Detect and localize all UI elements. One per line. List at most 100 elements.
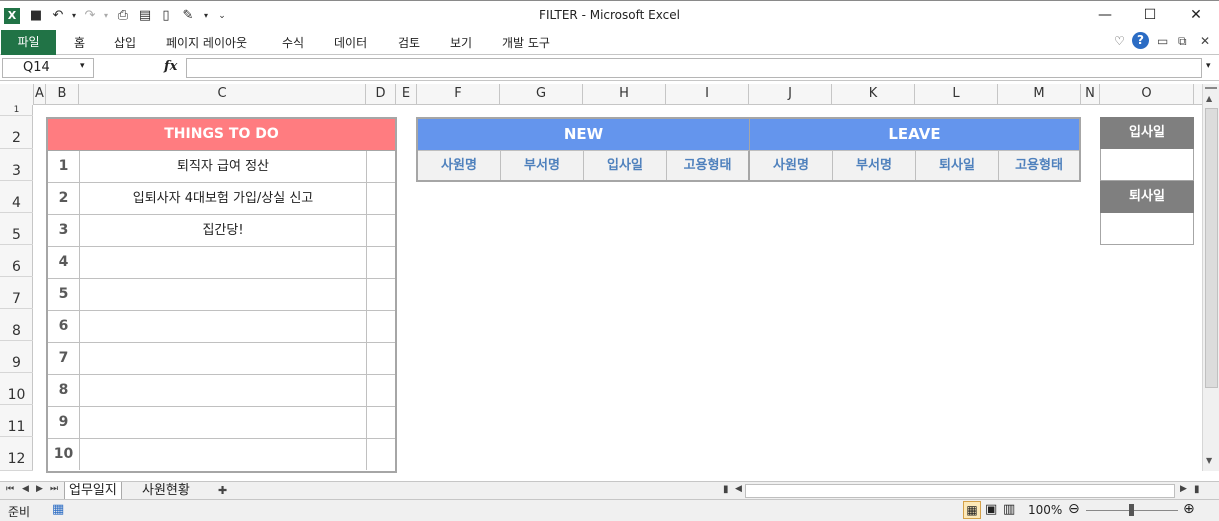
workbook-restore-icon[interactable]: ⧉: [1178, 34, 1187, 49]
tab-insert[interactable]: 삽입: [114, 34, 136, 51]
todo-row[interactable]: 9: [48, 407, 395, 439]
new-col-dept[interactable]: 부서명: [501, 150, 584, 180]
column-header-i[interactable]: I: [666, 84, 749, 105]
expand-formula-icon[interactable]: ▾: [1206, 61, 1211, 71]
todo-row[interactable]: 3 집간당!: [48, 215, 395, 247]
row-header-6[interactable]: 6: [0, 245, 33, 277]
column-header-h[interactable]: H: [583, 84, 666, 105]
tab-file[interactable]: 파일: [1, 30, 56, 55]
tab-developer[interactable]: 개발 도구: [502, 34, 550, 51]
column-header-m[interactable]: M: [998, 84, 1081, 105]
column-header-b[interactable]: B: [46, 84, 79, 105]
row-header-7[interactable]: 7: [0, 277, 33, 309]
new-col-name[interactable]: 사원명: [418, 150, 501, 180]
column-header-c[interactable]: C: [79, 84, 366, 105]
todo-text[interactable]: [80, 439, 367, 470]
insert-function-button[interactable]: fx: [164, 59, 177, 74]
row-header-12[interactable]: 12: [0, 437, 33, 471]
scroll-thumb[interactable]: [1205, 108, 1218, 388]
column-header-l[interactable]: L: [915, 84, 998, 105]
todo-text[interactable]: [80, 247, 367, 278]
scroll-left-icon[interactable]: ◀: [735, 484, 742, 494]
page-layout-view-icon[interactable]: ▣: [985, 502, 997, 517]
minimize-button[interactable]: —: [1082, 1, 1128, 30]
insert-sheet-icon[interactable]: ✚: [218, 484, 227, 497]
help-icon[interactable]: ?: [1132, 32, 1149, 49]
zoom-slider-thumb[interactable]: [1129, 504, 1134, 516]
last-sheet-icon[interactable]: ⏭: [50, 484, 58, 494]
workbook-close-icon[interactable]: ✕: [1200, 34, 1210, 48]
ribbon-collapse-icon[interactable]: ♡: [1114, 34, 1125, 48]
page-break-view-icon[interactable]: ▥: [1003, 502, 1015, 517]
todo-row[interactable]: 1 퇴직자 급여 정산: [48, 151, 395, 183]
row-header-4[interactable]: 4: [0, 181, 33, 213]
leave-col-name[interactable]: 사원명: [750, 150, 833, 180]
maximize-button[interactable]: ☐: [1127, 1, 1173, 30]
tab-data[interactable]: 데이터: [334, 34, 367, 51]
leave-col-dept[interactable]: 부서명: [833, 150, 916, 180]
column-header-j[interactable]: J: [749, 84, 832, 105]
todo-text[interactable]: [80, 343, 367, 374]
row-header-5[interactable]: 5: [0, 213, 33, 245]
join-date-input[interactable]: [1100, 149, 1194, 181]
column-header-k[interactable]: K: [832, 84, 915, 105]
column-header-a[interactable]: A: [34, 84, 46, 105]
horizontal-scrollbar[interactable]: [745, 484, 1175, 498]
todo-row[interactable]: 6: [48, 311, 395, 343]
todo-row[interactable]: 10: [48, 439, 395, 471]
row-header-3[interactable]: 3: [0, 149, 33, 181]
scroll-right-icon[interactable]: ▶: [1180, 484, 1187, 494]
todo-text[interactable]: 퇴직자 급여 정산: [80, 151, 367, 182]
formula-input[interactable]: [186, 58, 1202, 78]
hscroll-split-icon[interactable]: ▮: [1194, 484, 1200, 495]
todo-text[interactable]: [80, 375, 367, 406]
vertical-scrollbar[interactable]: ▲ ▼: [1202, 84, 1219, 471]
sheet-tab-employees[interactable]: 사원현황: [138, 482, 194, 500]
leave-col-employment-type[interactable]: 고용형태: [999, 150, 1079, 180]
row-header-2[interactable]: 2: [0, 116, 33, 149]
todo-text[interactable]: [80, 311, 367, 342]
name-box-dropdown-icon[interactable]: ▾: [80, 61, 85, 71]
tab-view[interactable]: 보기: [450, 34, 472, 51]
todo-text[interactable]: [80, 407, 367, 438]
column-header-f[interactable]: F: [417, 84, 500, 105]
first-sheet-icon[interactable]: ⏮: [6, 484, 14, 494]
close-button[interactable]: ✕: [1173, 1, 1219, 30]
new-col-join-date[interactable]: 입사일: [584, 150, 667, 180]
zoom-level[interactable]: 100%: [1028, 503, 1062, 517]
scroll-down-icon[interactable]: ▼: [1206, 456, 1212, 465]
tab-split-handle-icon[interactable]: ▮: [723, 484, 729, 495]
column-header-d[interactable]: D: [366, 84, 396, 105]
column-header-o[interactable]: O: [1100, 84, 1194, 105]
todo-row[interactable]: 7: [48, 343, 395, 375]
todo-text[interactable]: 집간당!: [80, 215, 367, 246]
leave-date-input[interactable]: [1100, 213, 1194, 245]
macro-record-icon[interactable]: ▦: [52, 502, 64, 517]
new-col-employment-type[interactable]: 고용형태: [667, 150, 750, 180]
scroll-up-icon[interactable]: ▲: [1206, 94, 1212, 103]
prev-sheet-icon[interactable]: ◀: [22, 484, 29, 494]
todo-text[interactable]: 입퇴사자 4대보험 가입/상실 신고: [80, 183, 367, 214]
tab-page-layout[interactable]: 페이지 레이아웃: [166, 34, 247, 51]
todo-text[interactable]: [80, 279, 367, 310]
next-sheet-icon[interactable]: ▶: [36, 484, 43, 494]
tab-review[interactable]: 검토: [398, 34, 420, 51]
column-header-n[interactable]: N: [1081, 84, 1100, 105]
normal-view-icon[interactable]: ▦: [963, 501, 981, 519]
row-header-8[interactable]: 8: [0, 309, 33, 341]
sheet-tab-active[interactable]: 업무일지: [64, 482, 122, 500]
todo-row[interactable]: 5: [48, 279, 395, 311]
column-header-e[interactable]: E: [396, 84, 417, 105]
zoom-in-icon[interactable]: ⊕: [1183, 501, 1195, 517]
column-header-g[interactable]: G: [500, 84, 583, 105]
todo-row[interactable]: 4: [48, 247, 395, 279]
select-all-corner[interactable]: [0, 84, 34, 105]
row-header-1[interactable]: 1: [0, 105, 33, 116]
row-header-11[interactable]: 11: [0, 405, 33, 437]
row-header-10[interactable]: 10: [0, 373, 33, 405]
tab-home[interactable]: 홈: [74, 34, 85, 51]
todo-row[interactable]: 2 입퇴사자 4대보험 가입/상실 신고: [48, 183, 395, 215]
tab-formulas[interactable]: 수식: [282, 34, 304, 51]
leave-col-leave-date[interactable]: 퇴사일: [916, 150, 999, 180]
todo-row[interactable]: 8: [48, 375, 395, 407]
